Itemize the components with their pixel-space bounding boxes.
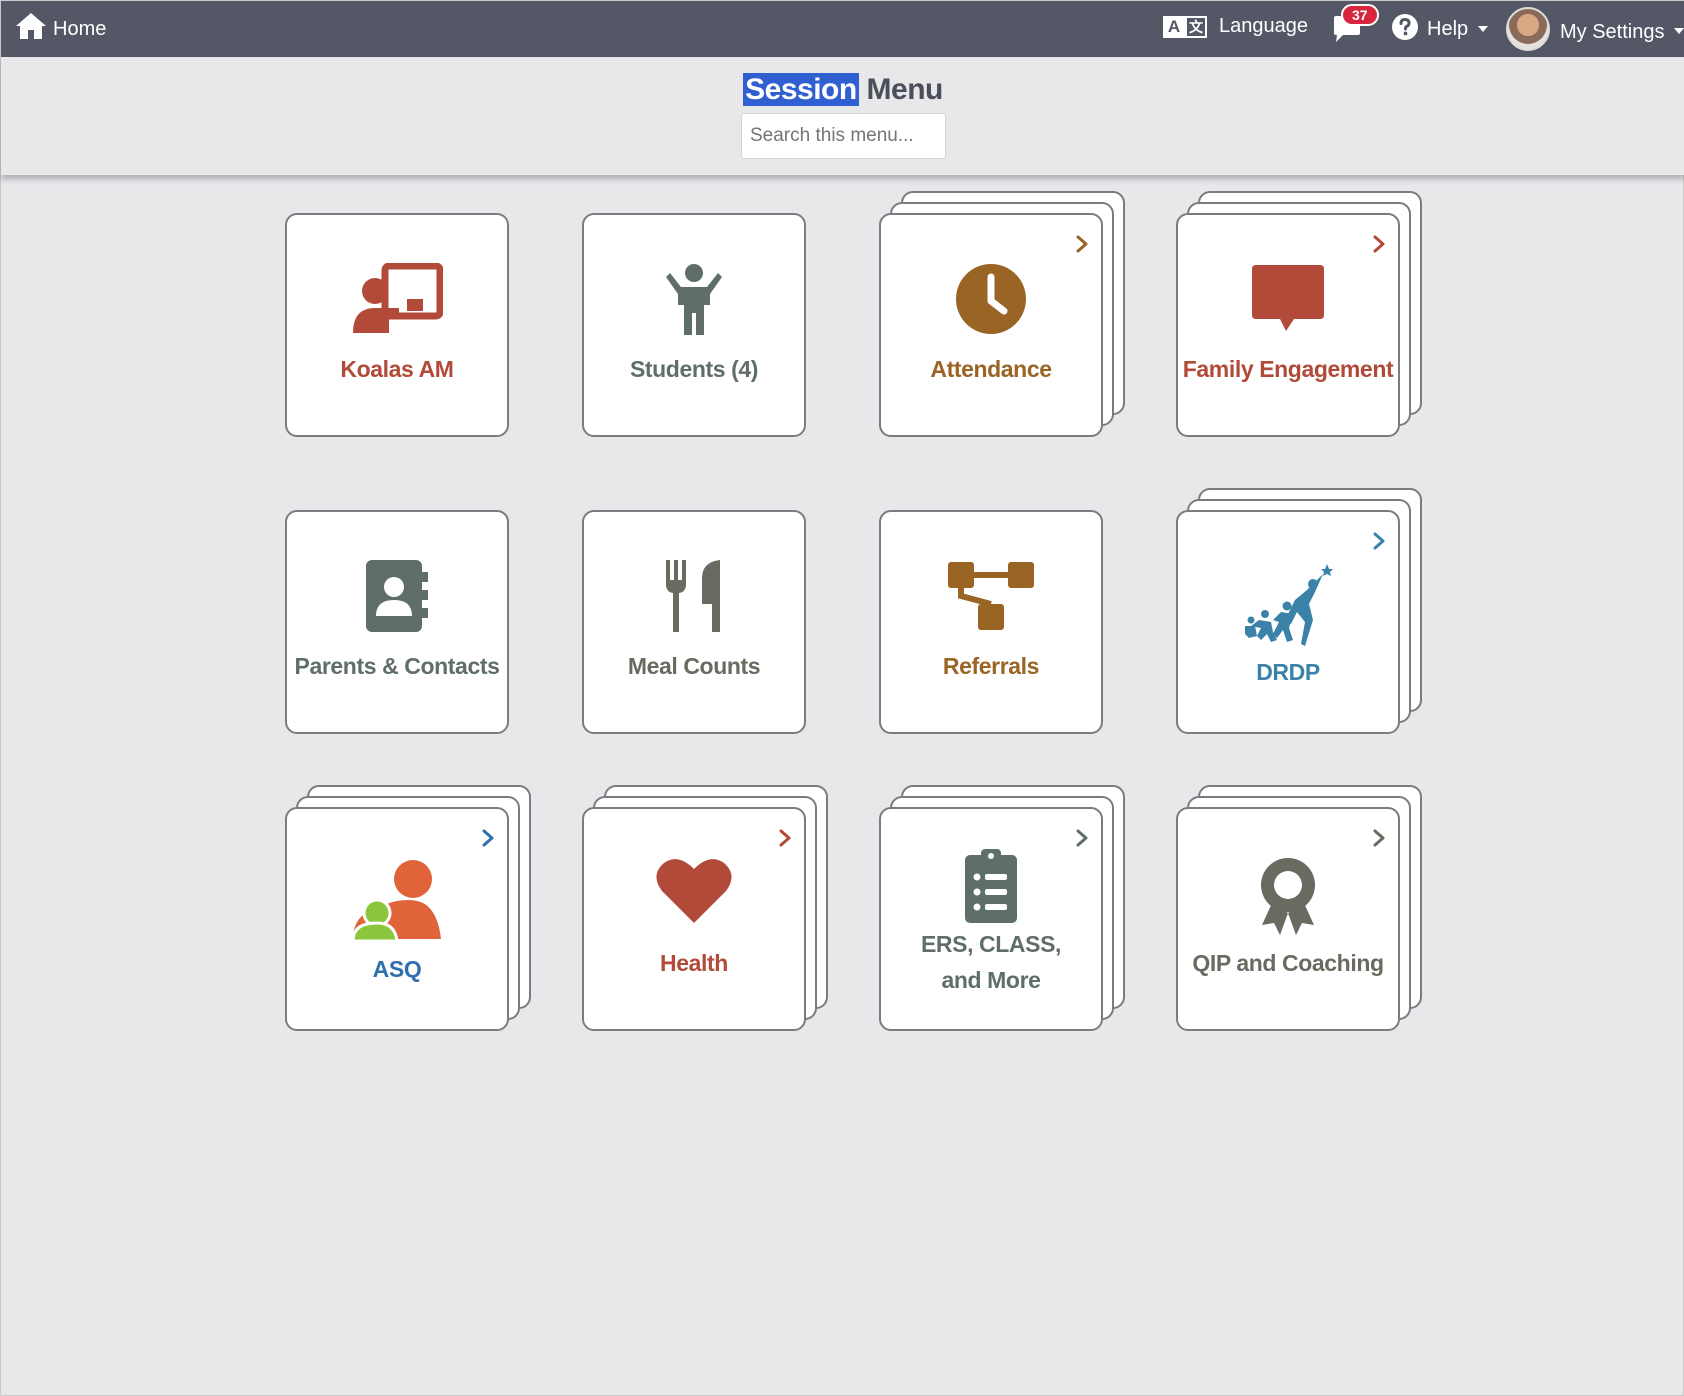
menu-tile-wrapper: ASQ (285, 785, 535, 1037)
chevron-down-icon (1478, 26, 1489, 32)
chevron-right-icon (1076, 235, 1088, 253)
page-title-selected[interactable]: Session (743, 73, 859, 106)
drdp-logo-icon (1245, 564, 1333, 646)
tile-icon-container (287, 857, 507, 941)
menu-tile-attendance[interactable]: Attendance (879, 213, 1103, 437)
menu-tile-students-4[interactable]: Students (4) (582, 213, 806, 437)
menu-tile-referrals[interactable]: Referrals (879, 510, 1103, 734)
clock-icon (956, 264, 1026, 334)
tile-icon-container (1178, 263, 1398, 335)
award-icon (1261, 858, 1315, 935)
menu-tile-wrapper: Family Engagement (1176, 191, 1426, 443)
messages-count-badge: 37 (1341, 4, 1379, 26)
tile-icon-container (1178, 560, 1398, 650)
menu-tile-drdp[interactable]: DRDP (1176, 510, 1400, 734)
tile-icon-container (287, 263, 507, 335)
menu-tile-wrapper: QIP and Coaching (1176, 785, 1426, 1037)
tile-label: ERS, CLASS, and More (920, 931, 1061, 993)
language-menu[interactable]: A文 Language (1163, 15, 1308, 38)
language-label: Language (1219, 15, 1308, 37)
tile-icon-container (584, 263, 804, 335)
menu-tile-wrapper: Parents & Contacts (285, 510, 535, 740)
tile-label: Health (660, 950, 728, 976)
menu-tile-meal-counts[interactable]: Meal Counts (582, 510, 806, 734)
clipboard-list-icon (965, 849, 1017, 923)
settings-label: My Settings (1560, 20, 1665, 43)
speech-bubble-icon (1252, 265, 1324, 331)
menu-tile-wrapper: DRDP (1176, 488, 1426, 740)
chevron-right-icon (1076, 829, 1088, 847)
chevron-down-icon (1674, 28, 1684, 34)
help-menu[interactable]: Help (1391, 13, 1489, 41)
tile-label: Attendance (930, 356, 1052, 382)
translate-icon: A文 (1163, 15, 1207, 38)
menu-tile-wrapper: ERS, CLASS, and More (879, 785, 1129, 1037)
tile-label: Parents & Contacts (294, 653, 500, 679)
menu-tile-parents-contacts[interactable]: Parents & Contacts (285, 510, 509, 734)
home-link[interactable]: Home (15, 11, 106, 41)
menu-tile-ers-class-and-more[interactable]: ERS, CLASS, and More (879, 807, 1103, 1031)
chevron-right-icon (1373, 532, 1385, 550)
menu-header: Session Menu (1, 57, 1684, 175)
menu-tile-family-engagement[interactable]: Family Engagement (1176, 213, 1400, 437)
search-input[interactable] (741, 113, 946, 159)
heart-icon (656, 859, 732, 923)
chevron-right-icon (1373, 235, 1385, 253)
menu-tile-koalas-am[interactable]: Koalas AM (285, 213, 509, 437)
menu-tile-wrapper: Students (4) (582, 213, 832, 443)
address-book-icon (366, 560, 428, 632)
tile-label: Koalas AM (340, 356, 454, 382)
utensils-icon (666, 560, 720, 632)
chevron-right-icon (1373, 829, 1385, 847)
tile-label: Meal Counts (627, 653, 761, 679)
sitemap-icon (948, 562, 1034, 630)
tile-label: Students (4) (629, 356, 759, 382)
messages-button[interactable]: 37 (1331, 4, 1379, 50)
asq-logo-icon (351, 860, 441, 941)
menu-tile-health[interactable]: Health (582, 807, 806, 1031)
tile-label: Family Engagement (1182, 356, 1394, 382)
chevron-right-icon (482, 829, 494, 847)
avatar (1506, 7, 1550, 51)
tile-icon-container (287, 560, 507, 632)
tile-icon-container (881, 847, 1101, 923)
menu-tile-qip-and-coaching[interactable]: QIP and Coaching (1176, 807, 1400, 1031)
top-navbar: Home A文 Language 37 Help My Settings (1, 1, 1684, 57)
page-title: Session Menu (1, 73, 1684, 107)
tile-icon-container (881, 263, 1101, 335)
tile-icon-container (584, 560, 804, 632)
settings-menu[interactable]: My Settings (1506, 7, 1684, 51)
menu-tile-wrapper: Health (582, 785, 832, 1037)
menu-tile-wrapper: Koalas AM (285, 213, 535, 443)
tile-label: DRDP (1256, 659, 1320, 685)
tile-icon-container (584, 857, 804, 925)
home-icon (16, 13, 46, 39)
menu-tile-wrapper: Meal Counts (582, 510, 832, 740)
tile-label: ASQ (372, 956, 422, 982)
menu-tile-wrapper: Attendance (879, 191, 1129, 443)
menu-tile-asq[interactable]: ASQ (285, 807, 509, 1031)
chevron-right-icon (779, 829, 791, 847)
tile-label: QIP and Coaching (1192, 950, 1384, 976)
page-title-rest[interactable]: Menu (867, 73, 944, 106)
tile-icon-container (1178, 857, 1398, 935)
help-label: Help (1427, 17, 1469, 40)
tile-label: Referrals (942, 653, 1040, 679)
child-icon (666, 264, 722, 335)
home-label: Home (53, 17, 107, 40)
question-circle-icon (1392, 14, 1418, 40)
tile-icon-container (881, 560, 1101, 632)
teacher-icon (353, 263, 443, 333)
menu-tile-wrapper: Referrals (879, 510, 1129, 740)
